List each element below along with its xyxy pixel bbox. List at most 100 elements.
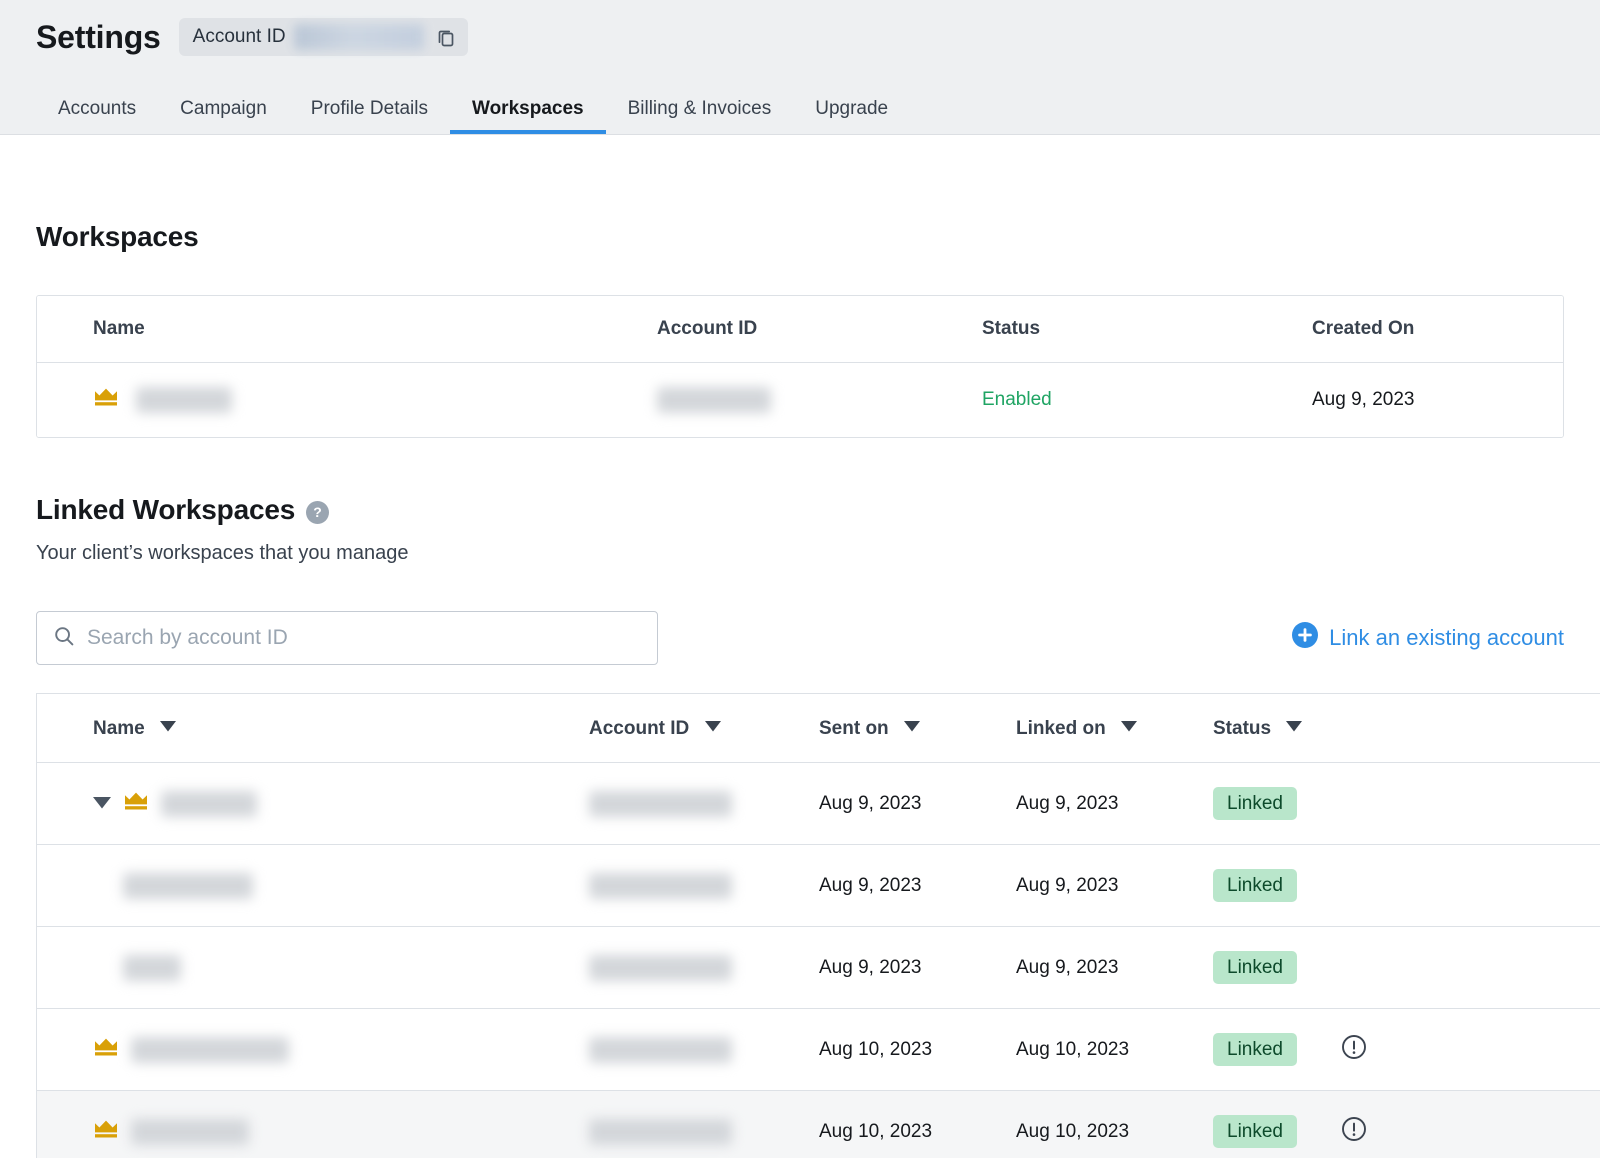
cell-linked-on: Aug 9, 2023 bbox=[1016, 762, 1213, 845]
redacted-account-id bbox=[589, 872, 732, 899]
column-header-status: Status bbox=[1213, 694, 1341, 763]
status-badge: Linked bbox=[1213, 1033, 1297, 1066]
tab-upgrade[interactable]: Upgrade bbox=[793, 88, 910, 134]
cell-status: Linked bbox=[1213, 762, 1341, 845]
tab-workspaces[interactable]: Workspaces bbox=[449, 88, 606, 134]
plus-circle-icon bbox=[1292, 622, 1319, 654]
tab-campaign[interactable]: Campaign bbox=[158, 88, 289, 134]
column-header-account-id: Account ID bbox=[657, 296, 982, 363]
tab-billing-invoices[interactable]: Billing & Invoices bbox=[606, 88, 794, 134]
table-row[interactable]: Aug 10, 2023 Aug 10, 2023 Linked bbox=[37, 1090, 1600, 1158]
cell-status: Linked bbox=[1213, 926, 1341, 1009]
redacted-workspace-name bbox=[123, 872, 253, 899]
link-existing-account-button[interactable]: Link an existing account bbox=[1292, 622, 1564, 654]
search-box[interactable] bbox=[36, 611, 658, 665]
sort-name-icon[interactable] bbox=[160, 716, 177, 738]
redacted-workspace-name bbox=[136, 387, 233, 413]
cell-sent-on: Aug 10, 2023 bbox=[819, 1090, 1016, 1158]
column-header-status: Status bbox=[982, 296, 1312, 363]
table-row[interactable]: Aug 10, 2023 Aug 10, 2023 Linked bbox=[37, 1008, 1600, 1091]
sort-linked-on-icon[interactable] bbox=[1121, 716, 1138, 738]
redacted-workspace-name bbox=[131, 1118, 249, 1145]
crown-icon bbox=[93, 387, 119, 413]
column-header-account-id: Account ID bbox=[589, 694, 819, 763]
warning-icon[interactable] bbox=[1341, 1034, 1367, 1066]
redacted-workspace-name bbox=[123, 954, 181, 981]
column-header-account-id-label: Account ID bbox=[589, 718, 690, 739]
cell-warning bbox=[1341, 1090, 1600, 1158]
cell-name bbox=[37, 926, 589, 1009]
settings-header: Settings Account ID Accounts Campaign Pr… bbox=[0, 0, 1600, 135]
redacted-workspace-name bbox=[131, 1036, 289, 1063]
redacted-account-id bbox=[589, 1036, 732, 1063]
cell-status: Enabled bbox=[982, 362, 1312, 437]
cell-linked-on: Aug 10, 2023 bbox=[1016, 1090, 1213, 1158]
column-header-sent-on: Sent on bbox=[819, 694, 1016, 763]
cell-warning bbox=[1341, 926, 1600, 1009]
cell-warning bbox=[1341, 762, 1600, 845]
cell-warning bbox=[1341, 844, 1600, 927]
column-header-name: Name bbox=[37, 694, 589, 763]
status-badge: Linked bbox=[1213, 787, 1297, 820]
cell-account-id bbox=[589, 926, 819, 1009]
copy-icon[interactable] bbox=[432, 23, 460, 51]
cell-status: Linked bbox=[1213, 1090, 1341, 1158]
table-row[interactable]: Enabled Aug 9, 2023 bbox=[37, 362, 1563, 437]
linked-workspaces-table: Name Account ID Sent on Linked on Status… bbox=[36, 693, 1600, 1158]
page-title: Settings bbox=[36, 18, 161, 55]
linked-workspaces-title: Linked Workspaces bbox=[36, 494, 296, 525]
warning-icon[interactable] bbox=[1341, 1116, 1367, 1148]
table-row[interactable]: Aug 9, 2023 Aug 9, 2023 Linked bbox=[37, 844, 1600, 927]
cell-name bbox=[37, 362, 657, 437]
table-row[interactable]: Aug 9, 2023 Aug 9, 2023 Linked bbox=[37, 926, 1600, 1009]
redacted-account-id bbox=[589, 790, 732, 817]
crown-icon bbox=[93, 1037, 119, 1063]
cell-linked-on: Aug 9, 2023 bbox=[1016, 844, 1213, 927]
cell-account-id bbox=[589, 1008, 819, 1091]
linked-workspaces-header: Linked Workspaces ? bbox=[36, 494, 1564, 526]
redacted-account-id bbox=[657, 387, 771, 413]
sort-sent-on-icon[interactable] bbox=[903, 716, 920, 738]
status-badge: Enabled bbox=[982, 389, 1052, 410]
linked-workspaces-toolbar: Link an existing account bbox=[36, 611, 1564, 665]
search-icon bbox=[53, 625, 75, 652]
cell-linked-on: Aug 10, 2023 bbox=[1016, 1008, 1213, 1091]
redacted-account-id bbox=[589, 1118, 732, 1145]
column-header-warning bbox=[1341, 694, 1600, 763]
account-id-chip: Account ID bbox=[178, 18, 468, 56]
status-badge: Linked bbox=[1213, 951, 1297, 984]
workspaces-title: Workspaces bbox=[36, 221, 199, 252]
cell-status: Linked bbox=[1213, 1008, 1341, 1091]
status-badge: Linked bbox=[1213, 869, 1297, 902]
cell-name bbox=[37, 1008, 589, 1091]
column-header-linked-on: Linked on bbox=[1016, 694, 1213, 763]
column-header-created-on: Created On bbox=[1312, 296, 1563, 363]
main-content: Workspaces Name Account ID Status Create… bbox=[0, 221, 1600, 1158]
column-header-status-label: Status bbox=[1213, 718, 1272, 739]
link-existing-account-label: Link an existing account bbox=[1329, 625, 1564, 650]
cell-created-on: Aug 9, 2023 bbox=[1312, 362, 1563, 437]
cell-account-id bbox=[589, 844, 819, 927]
cell-linked-on: Aug 9, 2023 bbox=[1016, 926, 1213, 1009]
table-header-row: Name Account ID Status Created On bbox=[37, 296, 1563, 363]
help-icon[interactable]: ? bbox=[306, 500, 330, 524]
search-input[interactable] bbox=[87, 626, 641, 650]
expand-row-icon[interactable] bbox=[93, 793, 111, 815]
column-header-linked-on-label: Linked on bbox=[1016, 718, 1106, 739]
crown-icon bbox=[123, 791, 149, 817]
cell-status: Linked bbox=[1213, 844, 1341, 927]
table-row[interactable]: Aug 9, 2023 Aug 9, 2023 Linked bbox=[37, 762, 1600, 845]
tab-profile-details[interactable]: Profile Details bbox=[289, 88, 450, 134]
column-header-name-label: Name bbox=[93, 718, 145, 739]
linked-workspaces-subtitle: Your client’s workspaces that you manage bbox=[36, 542, 409, 564]
redacted-account-id bbox=[589, 954, 732, 981]
cell-account-id bbox=[657, 362, 982, 437]
column-header-name: Name bbox=[37, 296, 657, 363]
sort-status-icon[interactable] bbox=[1286, 716, 1303, 738]
account-id-label: Account ID bbox=[192, 26, 286, 47]
workspaces-section: Workspaces bbox=[36, 221, 1564, 253]
sort-account-id-icon[interactable] bbox=[704, 716, 721, 738]
cell-warning bbox=[1341, 1008, 1600, 1091]
tab-accounts[interactable]: Accounts bbox=[36, 88, 158, 134]
status-badge: Linked bbox=[1213, 1115, 1297, 1148]
